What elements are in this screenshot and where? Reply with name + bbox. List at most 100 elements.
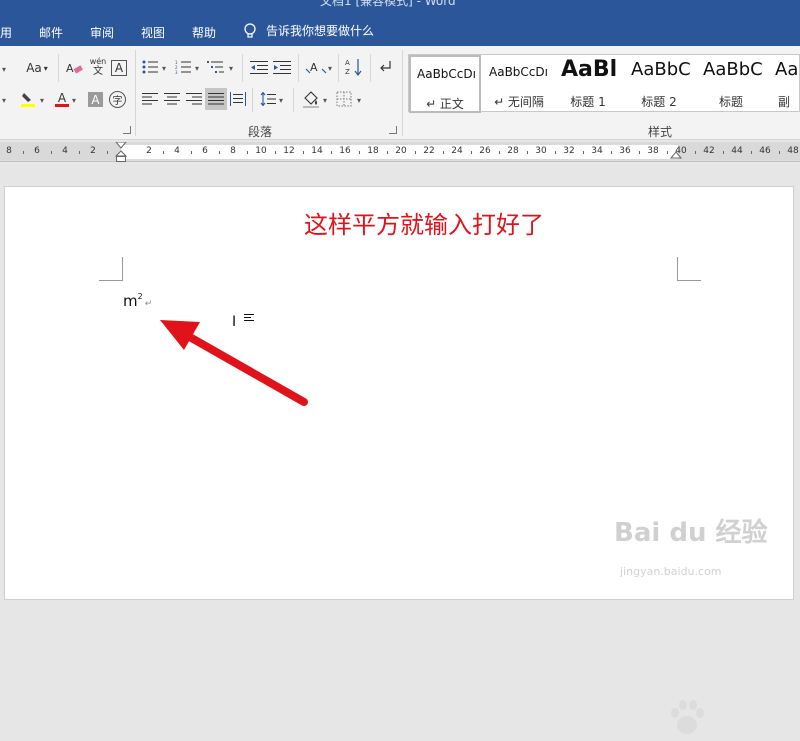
line-spacing-caret[interactable]: ▾ bbox=[279, 96, 283, 105]
ruler-label: 6 bbox=[34, 146, 40, 156]
bullets-icon[interactable] bbox=[142, 59, 158, 75]
phonetic-guide-button[interactable]: wén 文 bbox=[88, 56, 108, 78]
margin-corner-top-right bbox=[677, 257, 701, 281]
change-case-label: Aa bbox=[26, 61, 42, 75]
ruler-tick bbox=[303, 151, 304, 154]
align-left-icon[interactable] bbox=[142, 92, 158, 106]
text-direction-caret[interactable]: ▾ bbox=[328, 64, 332, 73]
style-title[interactable]: AaBbC 标题 bbox=[697, 55, 765, 113]
highlight-color-icon[interactable] bbox=[18, 90, 38, 108]
style-subtitle[interactable]: Aa 副 bbox=[769, 55, 799, 113]
styles-gallery: AaBbCcDı ↵ 正文 AaBbCcDı ↵ 无间隔 AaBl 标题 1 A… bbox=[408, 54, 800, 113]
style-sample: Aa bbox=[775, 59, 799, 80]
align-right-icon[interactable] bbox=[186, 92, 202, 106]
title-bar: 文档1 [兼容模式] - Word bbox=[0, 0, 800, 8]
text-direction-icon[interactable]: A bbox=[305, 58, 327, 76]
ruler-tick bbox=[723, 151, 724, 154]
document-text[interactable]: m2↵ bbox=[123, 292, 152, 310]
enclose-characters-button[interactable]: 字 bbox=[109, 91, 126, 108]
tab-view[interactable]: 视图 bbox=[141, 24, 165, 41]
right-indent-marker-icon[interactable] bbox=[670, 149, 682, 159]
font-color-caret[interactable]: ▾ bbox=[72, 96, 76, 105]
ruler-tick bbox=[23, 151, 24, 154]
justify-icon[interactable] bbox=[205, 88, 227, 110]
ruler-tick bbox=[779, 151, 780, 154]
align-center-icon[interactable] bbox=[164, 92, 180, 106]
ruler-tick bbox=[163, 151, 164, 154]
ruler-label: 12 bbox=[283, 146, 295, 156]
watermark-url: jingyan.baidu.com bbox=[620, 565, 722, 578]
style-normal[interactable]: AaBbCcDı ↵ 正文 bbox=[409, 55, 481, 113]
ruler-label: 2 bbox=[90, 146, 96, 156]
ruler-tick bbox=[79, 151, 80, 154]
svg-text:A: A bbox=[310, 61, 318, 74]
tab-help[interactable]: 帮助 bbox=[192, 24, 216, 41]
ruler-tick bbox=[499, 151, 500, 154]
borders-icon[interactable] bbox=[336, 91, 352, 107]
line-spacing-icon[interactable] bbox=[260, 91, 276, 107]
font-color-label: A bbox=[57, 90, 67, 105]
style-sample: AaBbCcDı bbox=[417, 67, 476, 81]
tell-me-box[interactable]: 告诉我你想要做什么 bbox=[244, 22, 374, 39]
ruler-label: 34 bbox=[591, 146, 603, 156]
ruler-label: 4 bbox=[174, 146, 180, 156]
style-sample: AaBbC bbox=[703, 59, 763, 80]
multilevel-list-icon[interactable] bbox=[207, 59, 225, 75]
styles-group-label: 样式 bbox=[648, 125, 673, 139]
superscript-text: 2 bbox=[137, 292, 143, 301]
style-name: ↵ 正文 bbox=[426, 97, 464, 111]
borders-caret[interactable]: ▾ bbox=[357, 96, 361, 105]
clear-formatting-icon[interactable]: A bbox=[64, 59, 84, 77]
margin-corner-top-left bbox=[99, 257, 123, 281]
ruler-tick bbox=[751, 151, 752, 154]
ruler-label: 28 bbox=[507, 146, 519, 156]
ribbon: ▾ Aa ▾ A wén 文 A ▾ ▾ A ▾ A 字 ▾ 123 ▾ ▾ A… bbox=[0, 46, 800, 140]
left-indent-marker-icon[interactable] bbox=[115, 142, 127, 162]
character-shading-button[interactable]: A bbox=[88, 92, 103, 107]
style-heading-2[interactable]: AaBbC 标题 2 bbox=[625, 55, 693, 113]
show-formatting-marks-icon[interactable] bbox=[378, 59, 392, 73]
style-name: 标题 bbox=[718, 95, 743, 109]
tell-me-text: 告诉我你想要做什么 bbox=[266, 24, 375, 38]
tab-partial[interactable]: 用 bbox=[0, 24, 12, 41]
shading-icon[interactable] bbox=[302, 90, 320, 108]
sort-icon[interactable]: AZ bbox=[345, 57, 363, 77]
numbering-caret[interactable]: ▾ bbox=[195, 64, 199, 73]
ruler-tick bbox=[387, 151, 388, 154]
style-name: 标题 2 bbox=[641, 95, 677, 109]
horizontal-ruler[interactable]: 8 6 4 2 2 4 6 8 10 12 14 16 18 20 22 24 26 28 30 32 34 36 38 40… bbox=[0, 142, 800, 162]
ruler-label: 6 bbox=[202, 146, 208, 156]
tab-mailings[interactable]: 邮件 bbox=[39, 24, 63, 41]
highlight-caret[interactable]: ▾ bbox=[40, 96, 44, 105]
decrease-indent-icon[interactable] bbox=[250, 59, 268, 75]
ruler-tick bbox=[471, 151, 472, 154]
svg-text:3: 3 bbox=[175, 70, 178, 74]
baidu-paw-icon bbox=[669, 699, 705, 741]
distributed-icon[interactable] bbox=[230, 91, 246, 107]
ruler-tick bbox=[331, 151, 332, 154]
ruler-tick bbox=[583, 151, 584, 154]
character-border-button[interactable]: A bbox=[111, 60, 127, 76]
font-dialog-launcher-icon[interactable] bbox=[123, 126, 131, 134]
bullets-caret[interactable]: ▾ bbox=[162, 64, 166, 73]
increase-indent-icon[interactable] bbox=[273, 59, 291, 75]
ruler-label: 22 bbox=[423, 146, 435, 156]
style-heading-1[interactable]: AaBl 标题 1 bbox=[555, 55, 621, 113]
change-case-button[interactable]: Aa ▾ bbox=[22, 60, 52, 76]
font-color-button[interactable]: A bbox=[54, 90, 70, 108]
numbering-icon[interactable]: 123 bbox=[175, 59, 191, 75]
style-sample: AaBbC bbox=[631, 59, 691, 80]
text-effects-caret[interactable]: ▾ bbox=[2, 96, 6, 105]
multilevel-caret[interactable]: ▾ bbox=[229, 64, 233, 73]
shading-caret[interactable]: ▾ bbox=[323, 96, 327, 105]
style-no-spacing[interactable]: AaBbCcDı ↵ 无间隔 bbox=[483, 55, 555, 113]
style-name: 副 bbox=[777, 95, 790, 109]
base-text: m bbox=[123, 292, 138, 310]
ruler-tick bbox=[191, 151, 192, 154]
ruler-label: 10 bbox=[255, 146, 267, 156]
paragraph-dialog-launcher-icon[interactable] bbox=[389, 126, 397, 134]
font-size-dropdown-caret[interactable]: ▾ bbox=[2, 65, 6, 74]
ruler-label: 44 bbox=[731, 146, 743, 156]
ruler-tick bbox=[219, 151, 220, 154]
tab-review[interactable]: 审阅 bbox=[90, 24, 114, 41]
